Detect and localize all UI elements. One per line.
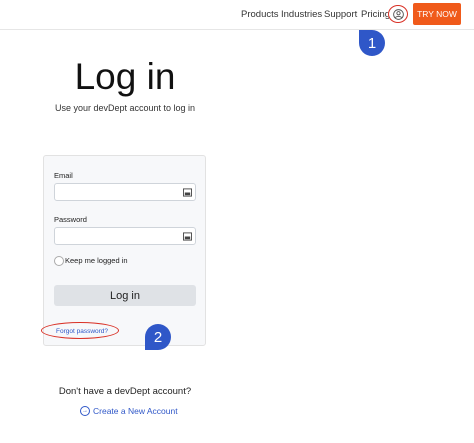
account-button[interactable] bbox=[388, 5, 408, 23]
login-card: Email Password Keep me logged in Log in … bbox=[41, 155, 206, 346]
forgot-password-link[interactable]: Forgot password? bbox=[56, 328, 108, 335]
autofill-icon bbox=[183, 188, 192, 197]
login-button[interactable]: Log in bbox=[54, 285, 196, 306]
create-account-link[interactable]: → Create a New Account bbox=[80, 406, 178, 416]
email-field[interactable] bbox=[54, 183, 196, 201]
create-account-label: Create a New Account bbox=[93, 406, 178, 416]
nav-support[interactable]: Support bbox=[324, 9, 357, 20]
try-now-button[interactable]: TRY NOW bbox=[413, 3, 461, 25]
top-navbar: Products Industries Support Pricing TRY … bbox=[0, 0, 474, 30]
nav-pricing[interactable]: Pricing bbox=[361, 9, 390, 20]
page-title: Log in bbox=[74, 56, 176, 97]
arrow-right-circle-icon: → bbox=[80, 406, 90, 416]
nav-products[interactable]: Products bbox=[241, 9, 279, 20]
email-label: Email bbox=[54, 171, 73, 180]
annotation-marker-1: 1 bbox=[359, 30, 385, 56]
password-label: Password bbox=[54, 215, 87, 224]
autofill-icon bbox=[183, 232, 192, 241]
user-icon bbox=[392, 8, 404, 20]
page-subtitle: Use your devDept account to log in bbox=[54, 103, 196, 113]
keep-logged-in-checkbox[interactable] bbox=[54, 256, 64, 266]
password-field[interactable] bbox=[54, 227, 196, 245]
nav-industries[interactable]: Industries bbox=[281, 9, 322, 20]
keep-logged-in-label: Keep me logged in bbox=[65, 256, 128, 265]
signup-prompt: Don't have a devDept account? bbox=[58, 386, 192, 397]
annotation-marker-2: 2 bbox=[145, 324, 171, 350]
